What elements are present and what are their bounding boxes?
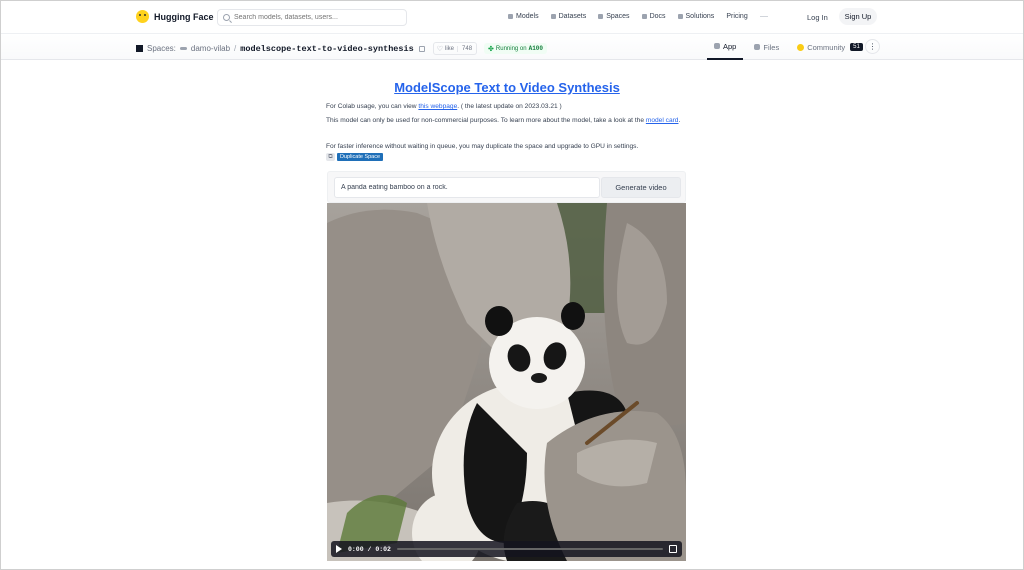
files-icon [754,44,761,50]
license-note: This model can only be used for non-comm… [326,117,681,124]
search-icon [223,14,230,21]
nav-spaces[interactable]: Spaces [598,13,630,20]
hf-logo-link[interactable]: Hugging Face [136,10,214,23]
search-box[interactable] [217,9,407,26]
video-time: 0:00 / 0:02 [348,545,391,553]
community-icon [797,43,805,51]
page-title[interactable]: ModelScope Text to Video Synthesis [1,80,1013,95]
like-count: 748 [457,45,476,52]
panda-video-frame [327,203,686,561]
prompt-row: Generate video [327,171,686,203]
models-icon [508,14,513,19]
breadcrumb-separator: / [234,44,237,53]
tab-files[interactable]: Files [747,34,786,60]
nav-pricing[interactable]: Pricing [726,13,747,20]
breadcrumb-repo[interactable]: modelscope-text-to-video-synthesis [240,44,413,54]
space-tabs: App Files Community 51 [707,34,874,60]
spaces-grid-icon [136,45,143,52]
spaces-icon [598,14,604,19]
org-avatar-icon [179,47,187,50]
like-button[interactable]: ♡ like 748 [432,42,478,55]
main-nav: Models Datasets Spaces Docs Solutions Pr… [508,13,780,20]
signup-button[interactable]: Sign Up [839,8,877,25]
community-count-badge: 51 [850,43,863,51]
space-header: Spaces: damo-vilab / modelscope-text-to-… [1,34,1023,60]
tab-community[interactable]: Community 51 [790,34,870,60]
status-badge: ✤ Running on A100 [484,43,548,54]
brand-name: Hugging Face [154,11,214,22]
copy-icon[interactable] [418,45,425,52]
search-input[interactable] [234,14,399,21]
video-progress-bar[interactable] [396,548,663,550]
running-icon: ✤ [488,45,494,53]
duplicate-space[interactable]: ⧉ Duplicate Space [326,153,384,161]
nav-more-separator[interactable] [759,16,768,17]
duplicate-space-button[interactable]: Duplicate Space [337,153,384,161]
prompt-input[interactable] [334,177,600,198]
fullscreen-icon[interactable] [669,545,677,553]
browser-frame: Hugging Face Models Datasets Spaces Docs… [0,0,1024,570]
breadcrumb: Spaces: damo-vilab / modelscope-text-to-… [136,42,548,55]
generate-video-button[interactable]: Generate video [601,177,681,198]
solutions-icon [677,14,683,19]
nav-docs[interactable]: Docs [641,13,666,20]
play-icon[interactable] [336,545,342,553]
colab-note: For Colab usage, you can view this webpa… [326,103,562,110]
app-icon [714,43,720,49]
heart-icon: ♡ [436,45,443,53]
more-options-button[interactable]: ⋮ [865,39,880,54]
breadcrumb-spaces[interactable]: Spaces: [147,44,176,53]
gpu-note: For faster inference without waiting in … [326,143,639,150]
hugging-face-logo-icon [136,10,149,23]
duplicate-icon: ⧉ [326,153,335,161]
video-controls: 0:00 / 0:02 [331,541,682,557]
datasets-icon [550,14,556,19]
docs-icon [641,14,647,19]
top-navbar: Hugging Face Models Datasets Spaces Docs… [1,1,1023,34]
webpage-link[interactable]: this webpage [418,103,457,110]
video-player[interactable]: 0:00 / 0:02 [327,203,686,561]
breadcrumb-org[interactable]: damo-vilab [191,44,230,53]
tab-app[interactable]: App [707,34,744,60]
login-link[interactable]: Log In [807,13,828,22]
model-card-link[interactable]: model card [646,117,679,124]
nav-models[interactable]: Models [508,13,539,20]
nav-solutions[interactable]: Solutions [677,13,714,20]
nav-datasets[interactable]: Datasets [550,13,586,20]
